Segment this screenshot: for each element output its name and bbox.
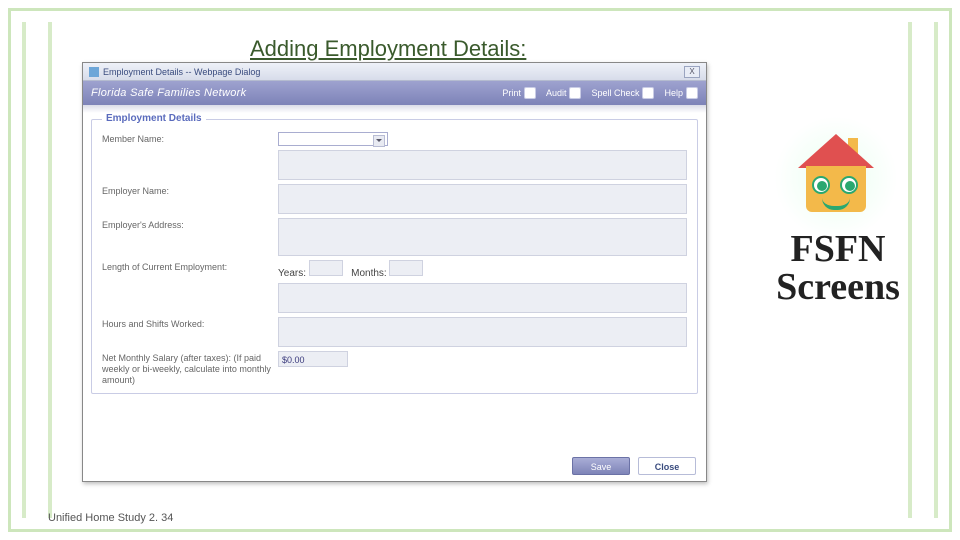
slide-border-right xyxy=(949,8,952,532)
dialog-window-title: Employment Details -- Webpage Dialog xyxy=(103,67,684,77)
net-salary-label: Net Monthly Salary (after taxes): (If pa… xyxy=(102,351,278,385)
net-salary-input[interactable]: $0.00 xyxy=(278,351,348,367)
slide-border-top xyxy=(8,8,952,11)
hours-shifts-textarea[interactable] xyxy=(278,317,687,347)
slide-footer: Unified Home Study 2. 34 xyxy=(48,512,173,524)
employer-name-textarea[interactable] xyxy=(278,184,687,214)
employment-details-groupbox: Employment Details Member Name: Employer… xyxy=(91,119,698,394)
years-input[interactable] xyxy=(309,260,343,276)
app-banner: Florida Safe Families Network Print Audi… xyxy=(83,81,706,105)
length-employment-textarea[interactable] xyxy=(278,283,687,313)
employer-address-label: Employer's Address: xyxy=(102,218,278,231)
help-icon xyxy=(686,87,698,99)
employment-details-dialog: Employment Details -- Webpage Dialog X F… xyxy=(82,62,707,482)
years-label: Years: xyxy=(278,268,306,279)
slide-title: Adding Employment Details: xyxy=(250,36,526,62)
slide-accent-left xyxy=(22,22,52,518)
employer-address-textarea[interactable] xyxy=(278,218,687,256)
spellcheck-button[interactable]: Spell Check xyxy=(591,87,654,99)
audit-button[interactable]: Audit xyxy=(546,87,582,99)
length-employment-inputs: Years: Months: xyxy=(278,260,423,279)
hours-shifts-label: Hours and Shifts Worked: xyxy=(102,317,278,330)
months-label: Months: xyxy=(351,268,387,279)
length-employment-label: Length of Current Employment: xyxy=(102,260,278,273)
member-name-textarea[interactable] xyxy=(278,150,687,180)
dialog-titlebar: Employment Details -- Webpage Dialog X xyxy=(83,63,706,81)
close-button[interactable]: Close xyxy=(638,457,696,475)
print-icon xyxy=(524,87,536,99)
slide-border-left xyxy=(8,8,11,532)
dialog-close-x-button[interactable]: X xyxy=(684,66,700,78)
slide-border-bottom xyxy=(8,529,952,532)
member-name-label: Member Name: xyxy=(102,132,278,145)
employer-name-label: Employer Name: xyxy=(102,184,278,197)
months-input[interactable] xyxy=(389,260,423,276)
save-button[interactable]: Save xyxy=(572,457,630,475)
dialog-favicon-icon xyxy=(89,67,99,77)
banner-separator xyxy=(83,105,706,113)
side-label: FSFN Screens xyxy=(758,230,918,306)
house-mascot-icon xyxy=(788,130,884,226)
dialog-button-bar: Save Close xyxy=(572,457,696,475)
app-banner-title: Florida Safe Families Network xyxy=(91,87,502,99)
banner-actions: Print Audit Spell Check Help xyxy=(502,87,698,99)
help-button[interactable]: Help xyxy=(664,87,698,99)
member-name-select[interactable] xyxy=(278,132,388,146)
spellcheck-icon xyxy=(642,87,654,99)
audit-icon xyxy=(569,87,581,99)
groupbox-title: Employment Details xyxy=(102,113,206,124)
print-button[interactable]: Print xyxy=(502,87,536,99)
